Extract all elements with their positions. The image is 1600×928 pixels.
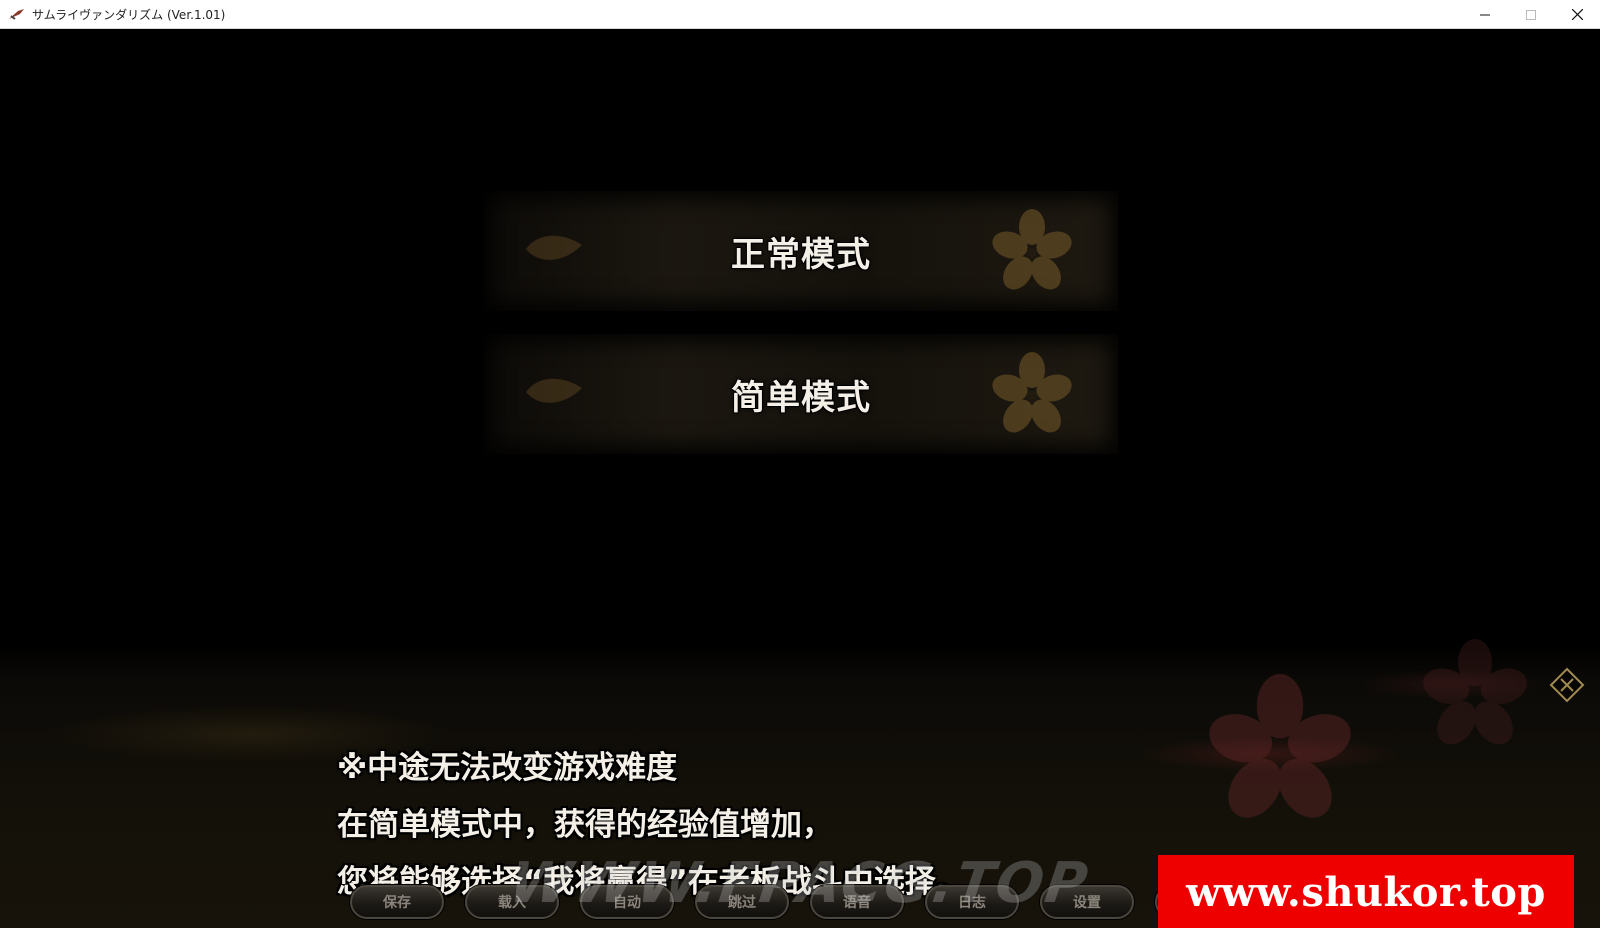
window-titlebar: サムライヴァンダリズム (Ver.1.01) — [0, 0, 1600, 29]
close-message-icon[interactable] — [1549, 667, 1585, 703]
window-title: サムライヴァンダリズム (Ver.1.01) — [32, 7, 226, 22]
normal-mode-button[interactable]: 正常模式 — [484, 191, 1118, 311]
message-line-2: 在简单模式中，获得的经验值增加， — [337, 807, 833, 843]
watermark-box-text: www.shukor.top — [1186, 868, 1546, 916]
minimize-button[interactable] — [1462, 0, 1508, 29]
close-icon — [1571, 9, 1583, 20]
petal-decoration-icon — [526, 235, 582, 260]
watermark-box: www.shukor.top — [1158, 855, 1574, 928]
close-button[interactable] — [1554, 0, 1600, 29]
sakura-flower-icon — [992, 209, 1072, 290]
normal-mode-label: 正常模式 — [731, 234, 871, 275]
window-controls — [1462, 0, 1600, 29]
sakura-flower-icon — [1209, 674, 1351, 818]
game-screen: 正常模式 简单模式 ※中途无法改变游戏难度 在简单模式中，获得的经验值增加， 您… — [0, 29, 1600, 928]
katana-app-icon — [9, 9, 24, 20]
easy-mode-label: 简单模式 — [731, 377, 871, 418]
minimize-icon — [1480, 14, 1490, 15]
save-label: 保存 — [383, 895, 411, 911]
easy-mode-button[interactable]: 简单模式 — [484, 334, 1118, 454]
sakura-flower-icon — [1423, 639, 1527, 745]
sakura-flower-icon — [992, 352, 1072, 433]
maximize-icon — [1526, 9, 1536, 20]
center-watermark: WWW.FPACG.TOP — [505, 851, 1094, 916]
petal-decoration-icon — [526, 378, 582, 403]
save-button[interactable]: 保存 — [350, 885, 444, 919]
maximize-button[interactable] — [1508, 0, 1554, 29]
message-line-1: ※中途无法改变游戏难度 — [337, 750, 678, 786]
